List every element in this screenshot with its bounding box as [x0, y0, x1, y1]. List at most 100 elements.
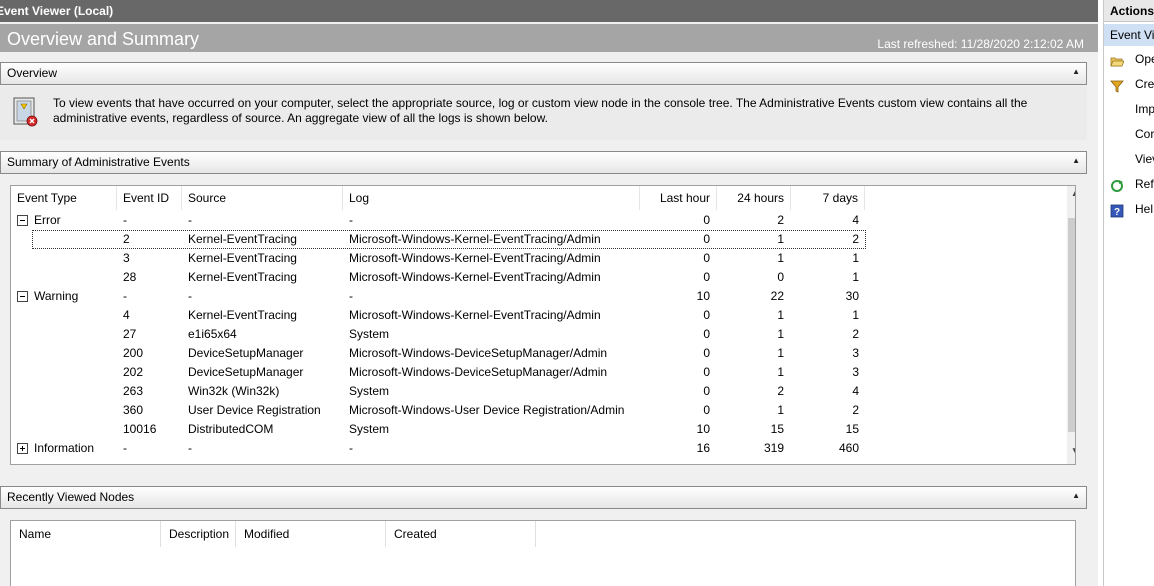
- event-id-cell: 4: [123, 308, 130, 322]
- log-cell: Microsoft-Windows-DeviceSetupManager/Adm…: [349, 365, 608, 379]
- table-row[interactable]: 3 Kernel-EventTracing Microsoft-Windows-Ke…: [11, 249, 1059, 268]
- event-type-cell: Information: [34, 441, 95, 455]
- column-header-modified[interactable]: Modified: [236, 521, 386, 547]
- day-count-cell: 1: [777, 327, 784, 341]
- column-header-event-type[interactable]: Event Type: [11, 186, 117, 210]
- column-header-created[interactable]: Created: [386, 521, 536, 547]
- column-header-description[interactable]: Description: [161, 521, 236, 547]
- column-header-log[interactable]: Log: [343, 186, 640, 210]
- collapse-up-icon[interactable]: ▲: [1072, 156, 1080, 165]
- overview-body: To view events that have occurred on you…: [0, 86, 1087, 140]
- table-row[interactable]: 202 DeviceSetupManager Microsoft-Windows-D…: [11, 363, 1059, 382]
- event-id-cell: 200: [123, 346, 144, 360]
- action-item[interactable]: Cor: [1104, 122, 1154, 147]
- log-cell: Microsoft-Windows-Kernel-EventTracing/Ad…: [349, 270, 601, 284]
- recent-section-header[interactable]: Recently Viewed Nodes ▲: [0, 486, 1087, 509]
- source-cell: -: [188, 441, 192, 455]
- day-count-cell: 2: [777, 213, 784, 227]
- source-cell: Kernel-EventTracing: [188, 270, 297, 284]
- week-count-cell: 1: [852, 251, 859, 265]
- event-id-cell: 263: [123, 384, 144, 398]
- last-hour-cell: 0: [703, 308, 710, 322]
- group-row[interactable]: Error - - - 0 2 4: [11, 211, 1059, 230]
- week-count-cell: 15: [845, 422, 859, 436]
- week-count-cell: 3: [852, 346, 859, 360]
- action-item[interactable]: Cre: [1104, 72, 1154, 97]
- overview-section-label: Overview: [7, 66, 58, 80]
- action-item[interactable]: ? Hel: [1104, 197, 1154, 222]
- summary-section-header[interactable]: Summary of Administrative Events ▲: [0, 151, 1087, 174]
- event-id-cell: 2: [123, 232, 130, 246]
- overview-section-header[interactable]: Overview ▲: [0, 62, 1087, 85]
- collapse-up-icon[interactable]: ▲: [1072, 67, 1080, 76]
- event-id-cell: 28: [123, 270, 137, 284]
- event-id-cell: 202: [123, 365, 144, 379]
- last-hour-cell: 0: [703, 327, 710, 341]
- log-cell: Microsoft-Windows-Kernel-EventTracing/Ad…: [349, 308, 601, 322]
- last-hour-cell: 0: [703, 384, 710, 398]
- day-count-cell: 319: [763, 441, 784, 455]
- log-cell: System: [349, 384, 390, 398]
- action-item-label: Ope: [1135, 52, 1154, 66]
- week-count-cell: 4: [852, 213, 859, 227]
- column-header-event-id[interactable]: Event ID: [117, 186, 182, 210]
- refresh-icon: [1110, 177, 1124, 192]
- last-hour-cell: 0: [703, 270, 710, 284]
- page-title: Overview and Summary: [7, 29, 200, 49]
- table-row[interactable]: 28 Kernel-EventTracing Microsoft-Windows-K…: [11, 268, 1059, 287]
- table-row[interactable]: 4 Kernel-EventTracing Microsoft-Windows-Ke…: [11, 306, 1059, 325]
- event-id-cell: 10016: [123, 422, 157, 436]
- log-cell: -: [349, 289, 353, 303]
- column-header-name[interactable]: Name: [11, 521, 161, 547]
- log-cell: Microsoft-Windows-Kernel-EventTracing/Ad…: [349, 232, 601, 246]
- week-count-cell: 2: [852, 232, 859, 246]
- event-type-cell: Warning: [34, 289, 79, 303]
- week-count-cell: 2: [852, 327, 859, 341]
- table-row[interactable]: 360 User Device Registration Microsoft-Win…: [11, 401, 1059, 420]
- recent-nodes-table: Name Description Modified Created: [10, 520, 1076, 586]
- column-header-24-hours[interactable]: 24 hours: [717, 186, 791, 210]
- collapse-icon[interactable]: [17, 291, 28, 302]
- action-item[interactable]: Refr: [1104, 172, 1154, 197]
- column-header-last-hour[interactable]: Last hour: [640, 186, 717, 210]
- action-item[interactable]: Imp: [1104, 97, 1154, 122]
- week-count-cell: 1: [852, 270, 859, 284]
- actions-section-event-viewer[interactable]: Event Vi: [1104, 24, 1154, 46]
- table-row[interactable]: 2 Kernel-EventTracing Microsoft-Windows-Ke…: [32, 230, 866, 249]
- table-row[interactable]: 200 DeviceSetupManager Microsoft-Windows-D…: [11, 344, 1059, 363]
- collapse-up-icon[interactable]: ▲: [1072, 491, 1080, 500]
- column-header-7-days[interactable]: 7 days: [791, 186, 865, 210]
- day-count-cell: 1: [777, 365, 784, 379]
- table-row[interactable]: 27 e1i65x64 System 0 1 2: [11, 325, 1059, 344]
- week-count-cell: 2: [852, 403, 859, 417]
- expand-icon[interactable]: [17, 443, 28, 454]
- collapse-icon[interactable]: [17, 215, 28, 226]
- group-row[interactable]: Information - - - 16 319 460: [11, 439, 1059, 458]
- log-cell: -: [349, 441, 353, 455]
- action-item-label: Refr: [1135, 177, 1154, 191]
- last-hour-cell: 0: [703, 251, 710, 265]
- action-item[interactable]: Ope: [1104, 47, 1154, 72]
- event-type-cell: Error: [34, 213, 61, 227]
- week-count-cell: 460: [838, 441, 859, 455]
- source-cell: Win32k (Win32k): [188, 384, 280, 398]
- action-item[interactable]: Viev: [1104, 147, 1154, 172]
- summary-vertical-scrollbar[interactable]: ▲ ▼: [1067, 186, 1075, 464]
- log-cell: Microsoft-Windows-Kernel-EventTracing/Ad…: [349, 251, 601, 265]
- scroll-up-icon[interactable]: ▲: [1067, 188, 1075, 204]
- source-cell: -: [188, 213, 192, 227]
- table-row[interactable]: 263 Win32k (Win32k) System 0 2 4: [11, 382, 1059, 401]
- group-row[interactable]: Warning - - - 10 22 30: [11, 287, 1059, 306]
- log-cell: Microsoft-Windows-User Device Registrati…: [349, 403, 625, 417]
- last-hour-cell: 0: [703, 213, 710, 227]
- column-header-source[interactable]: Source: [182, 186, 343, 210]
- action-item-label: Viev: [1135, 152, 1154, 166]
- table-row[interactable]: 10016 DistributedCOM System 10 15 15: [11, 420, 1059, 439]
- svg-text:?: ?: [1114, 207, 1120, 218]
- scroll-down-icon[interactable]: ▼: [1067, 446, 1075, 462]
- last-hour-cell: 10: [696, 289, 710, 303]
- event-id-cell: 3: [123, 251, 130, 265]
- scroll-thumb[interactable]: [1068, 218, 1075, 432]
- last-hour-cell: 0: [703, 346, 710, 360]
- log-cell: -: [349, 213, 353, 227]
